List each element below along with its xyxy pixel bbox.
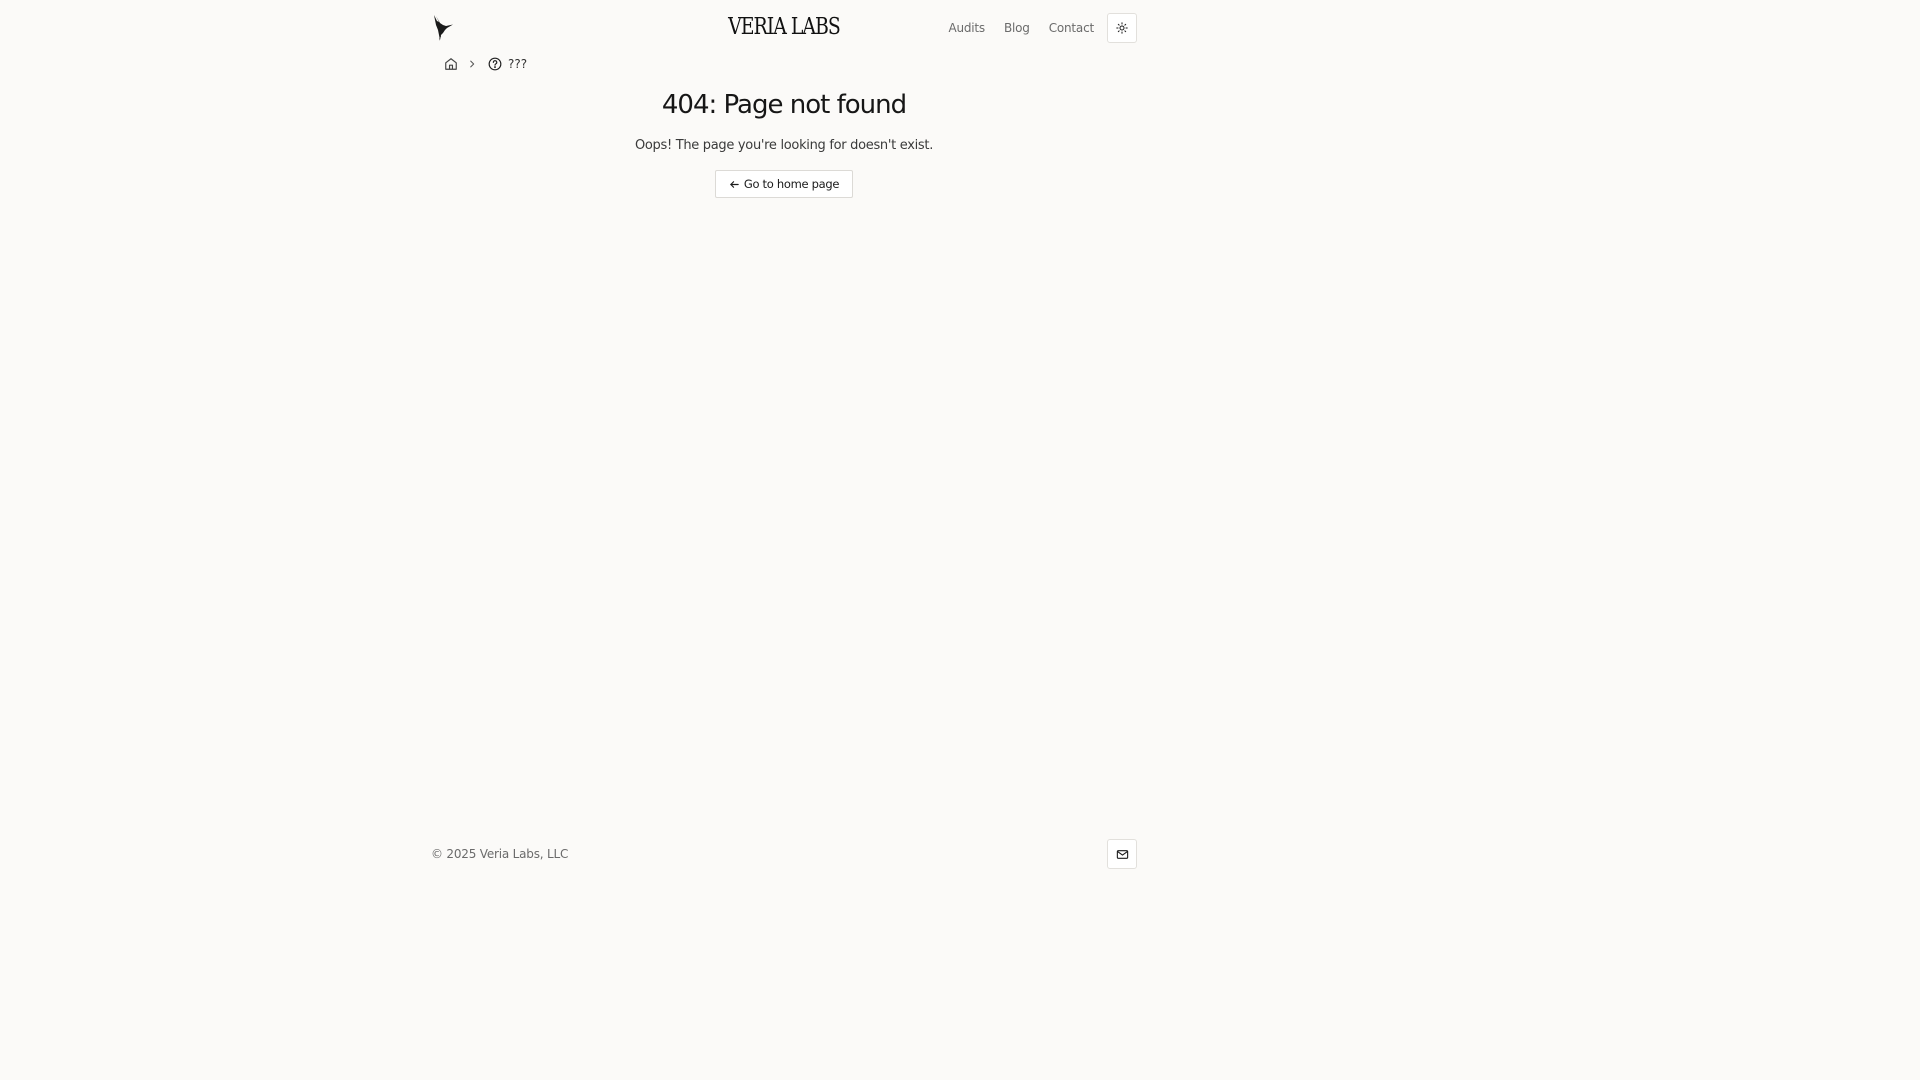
breadcrumb-current-label: ??? — [508, 57, 528, 71]
hummingbird-logo-icon[interactable] — [431, 13, 457, 43]
page-title: 404: Page not found — [661, 90, 907, 120]
nav-link-blog[interactable]: Blog — [1004, 21, 1030, 35]
main-nav: Audits Blog Contact — [948, 13, 1137, 43]
site-footer: © 2025 Veria Labs, LLC — [431, 839, 1137, 869]
nav-link-audits[interactable]: Audits — [948, 21, 985, 35]
page: VERIA LABS Audits Blog Contact ??? 404: … — [0, 0, 1568, 882]
breadcrumb-current: ??? — [488, 57, 527, 71]
main-content: 404: Page not found Oops! The page you'r… — [431, 88, 1137, 198]
page-subtitle: Oops! The page you're looking for doesn'… — [634, 138, 934, 153]
chevron-right-icon — [467, 59, 477, 69]
mail-icon — [1116, 849, 1128, 859]
go-home-button-label: Go to home page — [743, 177, 840, 191]
email-button[interactable] — [1107, 839, 1137, 869]
nav-link-contact[interactable]: Contact — [1049, 21, 1094, 35]
breadcrumb-home-link[interactable] — [444, 57, 458, 71]
go-home-button[interactable]: Go to home page — [714, 170, 854, 198]
home-icon — [445, 58, 457, 70]
arrow-left-icon — [730, 180, 739, 188]
question-circle-icon — [488, 57, 502, 71]
sun-icon — [1116, 22, 1128, 34]
copyright-text: © 2025 Veria Labs, LLC — [431, 847, 569, 861]
breadcrumb: ??? — [431, 55, 1137, 73]
theme-toggle-button[interactable] — [1107, 13, 1137, 43]
site-header: VERIA LABS Audits Blog Contact — [431, 13, 1137, 43]
